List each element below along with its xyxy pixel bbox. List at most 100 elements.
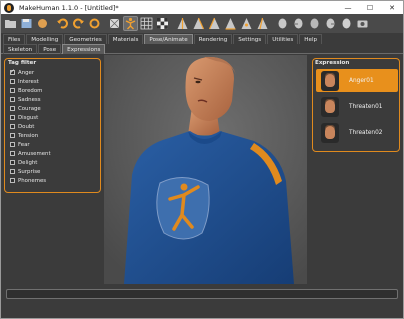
tag-label: Anger [18, 69, 35, 76]
smooth-icon[interactable] [339, 16, 354, 31]
checkbox[interactable] [10, 178, 15, 183]
close-button[interactable]: ✕ [381, 1, 403, 14]
tab-geometries[interactable]: Geometries [64, 34, 107, 44]
checkbox[interactable] [10, 79, 15, 84]
tab-materials[interactable]: Materials [107, 34, 144, 44]
tag-label: Disgust [18, 114, 39, 121]
window-title: MakeHuman 1.1.0 - [Untitled]* [19, 3, 119, 12]
tab-files[interactable]: Files [3, 34, 26, 44]
checkbox[interactable] [10, 124, 15, 129]
tag-label: Sadness [18, 96, 41, 103]
tag-doubt[interactable]: Doubt [10, 122, 51, 131]
checkbox[interactable] [10, 88, 15, 93]
tag-anger[interactable]: Anger [10, 68, 51, 77]
tab-skeleton[interactable]: Skeleton [3, 44, 38, 54]
tag-tension[interactable]: Tension [10, 131, 51, 140]
expression-thumbnail [321, 70, 339, 91]
front-view-icon[interactable] [175, 16, 190, 31]
left-view-icon[interactable] [207, 16, 222, 31]
tag-phonemes[interactable]: Phonemes [10, 176, 51, 185]
tag-surprise[interactable]: Surprise [10, 167, 51, 176]
checkbox[interactable] [10, 115, 15, 120]
tab-settings[interactable]: Settings [233, 34, 267, 44]
human-model [104, 55, 307, 284]
tag-label: Doubt [18, 123, 35, 130]
window-controls: — ☐ ✕ [337, 1, 403, 14]
checkbox[interactable] [10, 106, 15, 111]
wireframe-icon[interactable] [107, 16, 122, 31]
app-window: MakeHuman 1.1.0 - [Untitled]* — ☐ ✕ File… [0, 0, 404, 319]
undo-icon[interactable] [55, 16, 70, 31]
title-bar: MakeHuman 1.1.0 - [Untitled]* — ☐ ✕ [1, 1, 403, 14]
pose-icon[interactable] [123, 16, 138, 31]
save-icon[interactable] [19, 16, 34, 31]
checkbox[interactable] [10, 133, 15, 138]
tag-label: Boredom [18, 87, 43, 94]
expression-panel: Expression Anger01 Threaten01 Threaten02 [312, 58, 400, 152]
expression-item-threaten01[interactable]: Threaten01 [316, 95, 398, 118]
head-side-icon[interactable] [291, 16, 306, 31]
tag-amusement[interactable]: Amusement [10, 149, 51, 158]
tab-rendering[interactable]: Rendering [193, 34, 233, 44]
back-view-icon[interactable] [191, 16, 206, 31]
tag-label: Interest [18, 78, 39, 85]
tag-list: Anger Interest Boredom Sadness Courage D… [10, 68, 51, 185]
camera-icon[interactable] [355, 16, 370, 31]
status-bar [6, 289, 398, 299]
checkbox[interactable] [10, 151, 15, 156]
folder-icon[interactable] [3, 16, 18, 31]
tab-help[interactable]: Help [299, 34, 323, 44]
grid-icon[interactable] [139, 16, 154, 31]
tab-pose-animate[interactable]: Pose/Animate [144, 34, 193, 44]
redo-icon[interactable] [71, 16, 86, 31]
tab-utilities[interactable]: Utilities [267, 34, 299, 44]
reset-icon[interactable] [87, 16, 102, 31]
tab-expressions[interactable]: Expressions [62, 44, 106, 54]
sub-tabs: Skeleton Pose Expressions [1, 44, 403, 54]
checkbox[interactable] [10, 68, 15, 75]
checkbox[interactable] [10, 160, 15, 165]
tag-filter-title: Tag filter [8, 60, 37, 66]
head-front-icon[interactable] [275, 16, 290, 31]
minimize-button[interactable]: — [337, 1, 359, 14]
expression-label: Threaten01 [349, 103, 383, 110]
right-view-icon[interactable] [223, 16, 238, 31]
checkbox[interactable] [10, 97, 15, 102]
tag-boredom[interactable]: Boredom [10, 86, 51, 95]
tag-label: Surprise [18, 168, 41, 175]
head-top-icon[interactable] [323, 16, 338, 31]
expression-item-anger01[interactable]: Anger01 [316, 69, 398, 92]
checkbox[interactable] [10, 169, 15, 174]
tag-label: Delight [18, 159, 38, 166]
head-back-icon[interactable] [307, 16, 322, 31]
tag-interest[interactable]: Interest [10, 77, 51, 86]
tag-label: Amusement [18, 150, 51, 157]
checker-icon[interactable] [155, 16, 170, 31]
3d-viewport[interactable] [104, 55, 307, 284]
tag-label: Phonemes [18, 177, 47, 184]
expression-label: Anger01 [349, 77, 374, 84]
expression-item-threaten02[interactable]: Threaten02 [316, 121, 398, 144]
expression-title: Expression [315, 60, 350, 66]
tag-label: Tension [18, 132, 39, 139]
tag-sadness[interactable]: Sadness [10, 95, 51, 104]
expression-label: Threaten02 [349, 129, 383, 136]
top-view-icon[interactable] [239, 16, 254, 31]
tag-filter-panel: Tag filter Anger Interest Boredom Sadnes… [4, 58, 101, 193]
main-tabs: Files Modelling Geometries Materials Pos… [1, 34, 403, 44]
tag-disgust[interactable]: Disgust [10, 113, 51, 122]
tag-label: Fear [18, 141, 30, 148]
maximize-button[interactable]: ☐ [359, 1, 381, 14]
tag-delight[interactable]: Delight [10, 158, 51, 167]
tag-label: Courage [18, 105, 41, 112]
export-icon[interactable] [35, 16, 50, 31]
checkbox[interactable] [10, 142, 15, 147]
expression-thumbnail [321, 122, 339, 143]
tab-modelling[interactable]: Modelling [26, 34, 64, 44]
tab-pose[interactable]: Pose [38, 44, 62, 54]
toolbar [1, 14, 403, 33]
expression-thumbnail [321, 96, 339, 117]
tag-courage[interactable]: Courage [10, 104, 51, 113]
bottom-view-icon[interactable] [255, 16, 270, 31]
tag-fear[interactable]: Fear [10, 140, 51, 149]
